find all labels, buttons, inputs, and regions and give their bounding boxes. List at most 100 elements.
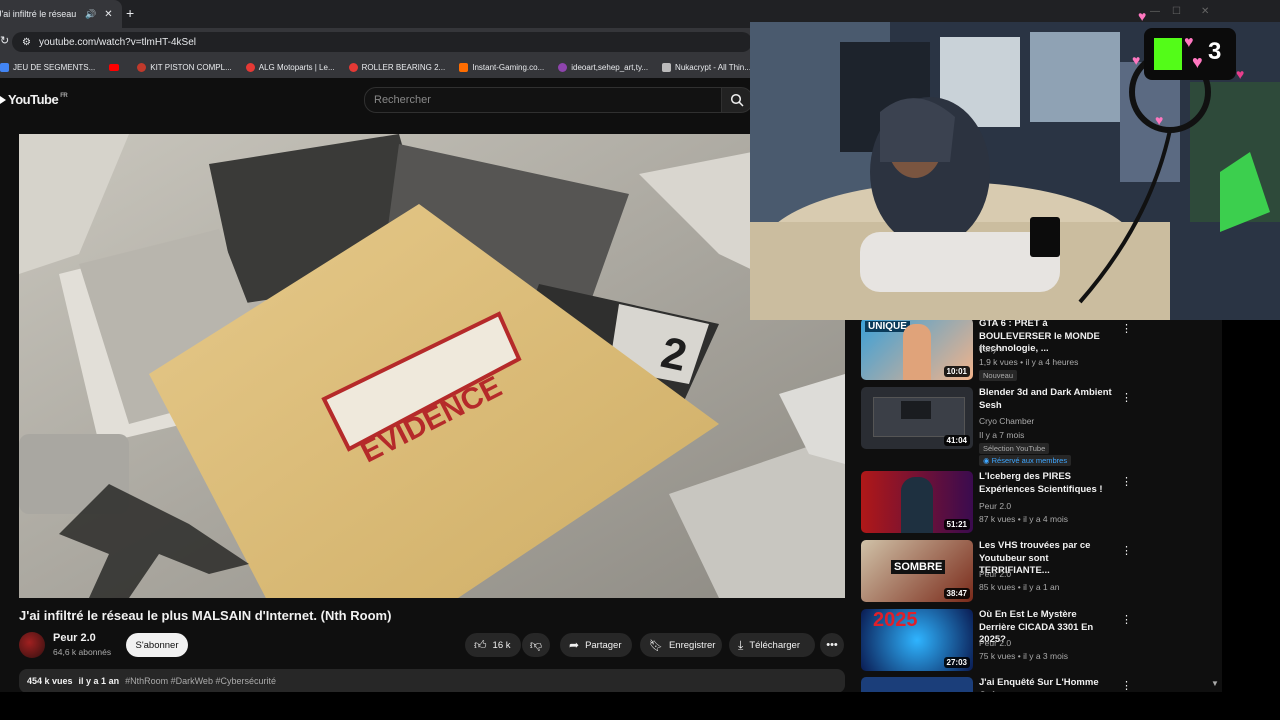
- members-icon: ◉: [983, 456, 992, 465]
- speaker-icon[interactable]: 🔊: [85, 9, 96, 20]
- bookmark-favicon-icon: [662, 62, 672, 72]
- youtube-logo[interactable]: YouTube FR: [0, 92, 68, 107]
- hashtags[interactable]: #NthRoom #DarkWeb #Cybersécurité: [125, 676, 276, 686]
- duration: 10:01: [943, 366, 970, 377]
- save-button[interactable]: 🔖︎ Enregistrer: [640, 633, 722, 657]
- bookmark-item[interactable]: ROLLER BEARING 2...: [348, 62, 445, 72]
- more-options-icon[interactable]: ⋮: [1121, 322, 1132, 335]
- search-button[interactable]: [721, 87, 753, 113]
- rec-title[interactable]: L'Iceberg des PIRES Expériences Scientif…: [979, 471, 1114, 496]
- heart-icon: ♥: [1184, 34, 1194, 51]
- save-label: Enregistrer: [668, 639, 716, 651]
- bookmark-item[interactable]: Nukacrypt - All Thin...: [662, 62, 751, 72]
- stream-counter-widget: 3 ♥ ♥ ♥ ♥: [1132, 28, 1244, 82]
- channel-name[interactable]: Peur 2.0: [53, 632, 96, 644]
- rec-channel[interactable]: Tony +: [979, 344, 1004, 354]
- bookmark-item[interactable]: ALG Motoparts | Le...: [245, 62, 335, 72]
- heart-icon: ♥: [1132, 52, 1141, 68]
- recommendation-item[interactable]: J'ai Enquêté Sur L'Homme Qui ⋮: [861, 677, 1221, 692]
- bookmark-item[interactable]: ideoart,sehep_art,ty...: [558, 62, 648, 72]
- close-tab-icon[interactable]: ✕: [104, 9, 112, 20]
- thumbs-up-icon: 👍︎: [474, 637, 487, 652]
- channel-avatar[interactable]: [19, 632, 45, 658]
- logo-text: YouTube: [8, 92, 59, 107]
- scroll-down-arrow-icon[interactable]: ▼: [1211, 679, 1219, 688]
- bottom-bar: [0, 692, 1280, 720]
- subscribe-button[interactable]: S'abonner: [126, 633, 188, 657]
- rec-channel[interactable]: Peur 2.0: [979, 501, 1011, 511]
- more-actions-button[interactable]: •••: [820, 633, 844, 657]
- youtube-favicon-icon: [109, 63, 120, 71]
- bookmark-item[interactable]: Instant-Gaming.co...: [459, 62, 544, 72]
- bookmark-favicon-icon: [245, 62, 255, 72]
- recommendation-item[interactable]: 2025 27:03 Où En Est Le Mystère Derrière…: [861, 609, 1221, 673]
- thumb-text: SOMBRE: [891, 560, 946, 574]
- search-input[interactable]: Rechercher: [364, 87, 722, 113]
- thumbnail[interactable]: [861, 677, 973, 692]
- bookmark-item[interactable]: KIT PISTON COMPL...: [137, 62, 232, 72]
- heart-icon: ♥: [1155, 112, 1164, 128]
- youtube-logo-icon: [0, 95, 6, 104]
- more-options-icon[interactable]: ⋮: [1121, 613, 1132, 626]
- share-label: Partager: [585, 639, 622, 651]
- bookmark-icon: 🔖︎: [649, 639, 663, 652]
- thumb-figure: [901, 477, 933, 533]
- more-options-icon[interactable]: ⋮: [1121, 544, 1132, 557]
- rec-title[interactable]: Blender 3d and Dark Ambient Sesh: [979, 387, 1114, 412]
- url-field[interactable]: ⚙ youtube.com/watch?v=tlmHT-4kSel: [12, 32, 752, 52]
- rec-channel[interactable]: Cryo Chamber: [979, 416, 1034, 426]
- members-only-badge: ◉ Réservé aux membres: [979, 455, 1072, 466]
- recommendation-item[interactable]: 51:21 L'Iceberg des PIRES Expériences Sc…: [861, 471, 1221, 535]
- reload-icon[interactable]: ↻: [0, 34, 9, 47]
- download-button[interactable]: ⤓ Télécharger: [729, 633, 815, 657]
- duration: 27:03: [943, 657, 970, 668]
- dislike-button[interactable]: 👎︎: [522, 633, 550, 657]
- thumbs-down-icon: 👎︎: [529, 637, 543, 652]
- rec-title[interactable]: J'ai Enquêté Sur L'Homme Qui: [979, 677, 1114, 692]
- rec-channel[interactable]: Peur 2.0: [979, 569, 1011, 579]
- maximize-icon[interactable]: ☐: [1172, 6, 1181, 17]
- video-player[interactable]: 2 EVIDENCE: [19, 134, 845, 598]
- close-window-icon[interactable]: ✕: [1201, 6, 1209, 17]
- thumbnail[interactable]: 51:21: [861, 471, 973, 533]
- thumbnail[interactable]: 41:04: [861, 387, 973, 449]
- rec-channel[interactable]: Peur 2.0: [979, 638, 1011, 648]
- more-options-icon[interactable]: ⋮: [1121, 679, 1132, 692]
- site-info-icon[interactable]: ⚙: [22, 37, 31, 48]
- browser-tab[interactable]: J'ai infiltré le réseau le plus MALSAIN …: [0, 0, 122, 28]
- thumb-text: 2025: [873, 609, 918, 631]
- bookmark-favicon-icon: [459, 62, 469, 72]
- bookmark-favicon-icon: [0, 62, 9, 72]
- recommendation-item[interactable]: 41:04 Blender 3d and Dark Ambient Sesh C…: [861, 387, 1221, 466]
- recommendation-item[interactable]: UNIQUE 10:01 GTA 6 : PRÊT à BOULEVERSER …: [861, 318, 1221, 382]
- thumb-panel: [901, 401, 931, 419]
- thumbnail[interactable]: 2025 27:03: [861, 609, 973, 671]
- subscriber-count: 64,6 k abonnés: [53, 647, 112, 657]
- bookmark-item[interactable]: JEU DE SEGMENTS...: [0, 62, 95, 72]
- video-frame: 2 EVIDENCE: [19, 134, 845, 598]
- kick-logo-icon: [1154, 38, 1182, 70]
- bookmark-favicon-icon: [137, 62, 147, 72]
- rec-meta: 85 k vues • il y a 1 an: [979, 582, 1060, 592]
- thumbnail[interactable]: SOMBRE 38:47: [861, 540, 973, 602]
- thumbnail[interactable]: UNIQUE 10:01: [861, 318, 973, 380]
- right-margin: [1222, 320, 1280, 720]
- new-tab-button[interactable]: +: [126, 5, 134, 21]
- rec-meta: 1,9 k vues • il y a 4 heures: [979, 357, 1079, 367]
- upload-age: il y a 1 an: [78, 676, 120, 686]
- rec-meta: 75 k vues • il y a 3 mois: [979, 651, 1068, 661]
- duration: 38:47: [943, 588, 970, 599]
- more-options-icon[interactable]: ⋮: [1121, 391, 1132, 404]
- url-text: youtube.com/watch?v=tlmHT-4kSel: [38, 36, 196, 48]
- more-options-icon[interactable]: ⋮: [1121, 475, 1132, 488]
- recommendation-item[interactable]: SOMBRE 38:47 Les VHS trouvées par ce You…: [861, 540, 1221, 604]
- rec-meta: 87 k vues • il y a 4 mois: [979, 514, 1068, 524]
- heart-icon: ♥: [1236, 66, 1245, 82]
- share-button[interactable]: ➦ Partager: [560, 633, 632, 657]
- bookmark-favicon-icon: [558, 62, 568, 72]
- like-button[interactable]: 👍︎ 16 k: [465, 633, 521, 657]
- description-box[interactable]: 454 k vues il y a 1 an #NthRoom #DarkWeb…: [19, 669, 845, 693]
- bookmark-item[interactable]: [109, 63, 123, 71]
- search-icon: [730, 93, 744, 107]
- minimize-icon[interactable]: —: [1150, 6, 1160, 17]
